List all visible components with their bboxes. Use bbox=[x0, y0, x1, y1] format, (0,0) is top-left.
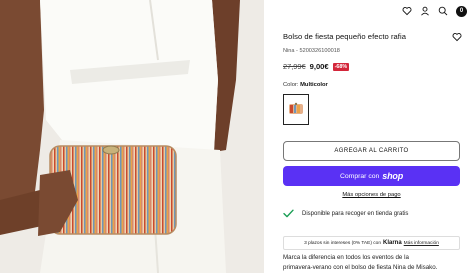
description-line: Marca la diferencia en todos los eventos… bbox=[283, 254, 409, 261]
pickup-availability: Disponible para recoger en tienda gratis bbox=[283, 209, 408, 218]
product-panel: 0 Bolso de fiesta pequeño efecto rafia N… bbox=[264, 0, 475, 273]
color-label: Color: Multicolor bbox=[283, 82, 328, 88]
search-icon[interactable] bbox=[438, 6, 448, 16]
klarna-info-link[interactable]: Más información bbox=[404, 241, 439, 246]
product-photo bbox=[0, 0, 264, 273]
klarna-text: 3 plazos sin intereses (0% TAE) con bbox=[304, 240, 381, 246]
user-icon[interactable] bbox=[420, 6, 430, 16]
klarna-banner: 3 plazos sin intereses (0% TAE) con Klar… bbox=[283, 236, 460, 250]
check-icon bbox=[283, 209, 294, 218]
cart-icon[interactable]: 0 bbox=[456, 5, 467, 17]
product-description: Marca la diferencia en todos los eventos… bbox=[283, 253, 469, 273]
product-sku: Nina - 5200326100018 bbox=[283, 48, 340, 54]
shop-pay-button[interactable]: Comprar con shop bbox=[283, 166, 460, 186]
top-icons: 0 bbox=[402, 4, 467, 18]
product-title: Bolso de fiesta pequeño efecto rafia bbox=[283, 32, 406, 41]
shop-logo: shop bbox=[382, 171, 403, 181]
add-to-cart-button[interactable]: AGREGAR AL CARRITO bbox=[283, 141, 460, 161]
shop-pay-label: Comprar con bbox=[340, 172, 380, 180]
current-price: 9,00€ bbox=[309, 62, 329, 71]
color-value: Multicolor bbox=[300, 82, 328, 88]
discount-badge: -68% bbox=[332, 62, 350, 71]
heart-icon[interactable] bbox=[402, 6, 412, 16]
pickup-text: Disponible para recoger en tienda gratis bbox=[302, 210, 409, 217]
more-payment-options-link[interactable]: Más opciones de pago bbox=[283, 192, 460, 198]
color-swatch-multicolor[interactable] bbox=[283, 94, 309, 125]
klarna-logo: Klarna bbox=[382, 240, 402, 246]
description-line: primavera-verano con el bolso de fiesta … bbox=[283, 264, 438, 271]
color-label-text: Color: bbox=[283, 82, 299, 88]
old-price: 27,99€ bbox=[283, 62, 306, 71]
heart-icon[interactable] bbox=[452, 32, 462, 42]
price-row: 27,99€ 9,00€ -68% bbox=[283, 62, 350, 71]
